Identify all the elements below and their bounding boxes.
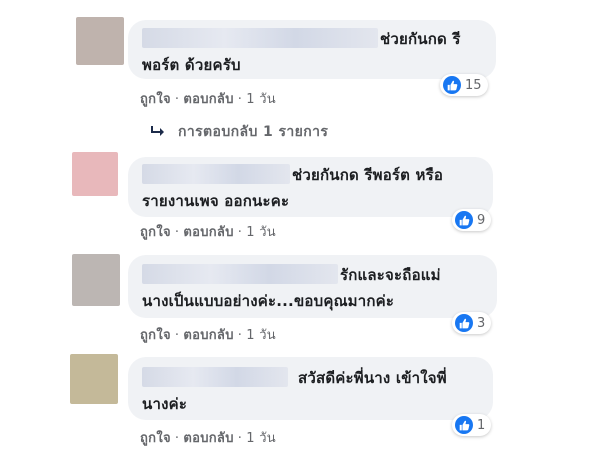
reply-link[interactable]: ตอบกลับ [183,431,233,446]
blurred-author-name[interactable] [142,264,338,284]
replies-count-label[interactable]: การตอบกลับ 1 รายการ [178,121,328,143]
separator-dot: · [237,328,243,343]
reaction-count: 15 [465,77,482,93]
like-link[interactable]: ถูกใจ [140,225,171,240]
reaction-badge[interactable]: 1 [452,414,492,436]
comment-text-line-2: รายงานเพจ ออกนะคะ [142,192,290,210]
separator-dot: · [174,431,180,446]
separator-dot: · [237,431,243,446]
separator-dot: · [237,92,243,107]
timestamp[interactable]: 1 วัน [246,328,276,343]
comment-text-line-1: ช่วยกันกด รี [142,26,482,52]
like-link[interactable]: ถูกใจ [140,92,171,107]
avatar[interactable] [70,354,118,404]
timestamp[interactable]: 1 วัน [246,431,276,446]
like-link[interactable]: ถูกใจ [140,328,171,343]
comment-actions: ถูกใจ · ตอบกลับ · 1 วัน [140,427,276,448]
reply-arrow-icon [148,126,164,138]
reaction-count: 1 [477,417,486,433]
reaction-badge[interactable]: 15 [440,74,488,96]
comment-text-line-2: นางเป็นแบบอย่างค่ะ...ขอบคุณมากค่ะ [142,292,395,310]
timestamp[interactable]: 1 วัน [246,92,276,107]
like-link[interactable]: ถูกใจ [140,431,171,446]
comment-text-line-1: สวัสดีค่ะพี่นาง เข้าใจพี่ [142,365,479,391]
reply-link[interactable]: ตอบกลับ [183,225,233,240]
thumbs-up-icon [455,416,473,434]
blurred-author-name[interactable] [142,164,290,184]
separator-dot: · [237,225,243,240]
comment-text-line-1: ช่วยกันกด รีพอร์ต หรือ [142,162,479,188]
blurred-author-name[interactable] [142,367,288,387]
comment-actions: ถูกใจ · ตอบกลับ · 1 วัน [140,324,276,345]
thumbs-up-icon [443,76,461,94]
avatar[interactable] [72,254,120,306]
comment-bubble: ช่วยกันกด รี พอร์ต ด้วยครับ [128,20,496,79]
reaction-count: 9 [477,212,486,228]
view-replies-link[interactable]: การตอบกลับ 1 รายการ [148,121,328,143]
blurred-author-name[interactable] [142,28,378,48]
comment-text-line-1: รักและจะถือแม่ [142,262,483,288]
thumbs-up-icon [455,211,473,229]
comment-bubble: ช่วยกันกด รีพอร์ต หรือ รายงานเพจ ออกนะคะ [128,157,493,217]
separator-dot: · [174,225,180,240]
separator-dot: · [174,92,180,107]
reply-link[interactable]: ตอบกลับ [183,328,233,343]
reaction-badge[interactable]: 9 [452,209,492,231]
timestamp[interactable]: 1 วัน [246,225,276,240]
separator-dot: · [174,328,180,343]
comment-text-line-2: พอร์ต ด้วยครับ [142,56,241,74]
reaction-count: 3 [477,315,486,331]
comment-actions: ถูกใจ · ตอบกลับ · 1 วัน [140,221,276,242]
avatar[interactable] [76,17,124,65]
reply-link[interactable]: ตอบกลับ [183,92,233,107]
comment-text-line-2: นางค่ะ [142,395,188,413]
comment-actions: ถูกใจ · ตอบกลับ · 1 วัน [140,88,276,109]
thumbs-up-icon [455,314,473,332]
avatar[interactable] [72,152,118,196]
reaction-badge[interactable]: 3 [452,312,492,334]
comment-bubble: สวัสดีค่ะพี่นาง เข้าใจพี่ นางค่ะ [128,357,493,420]
comment-bubble: รักและจะถือแม่ นางเป็นแบบอย่างค่ะ...ขอบค… [128,255,497,318]
comments-section: ช่วยกันกด รี พอร์ต ด้วยครับ 15 ถูกใจ · ตอบ… [0,0,590,455]
